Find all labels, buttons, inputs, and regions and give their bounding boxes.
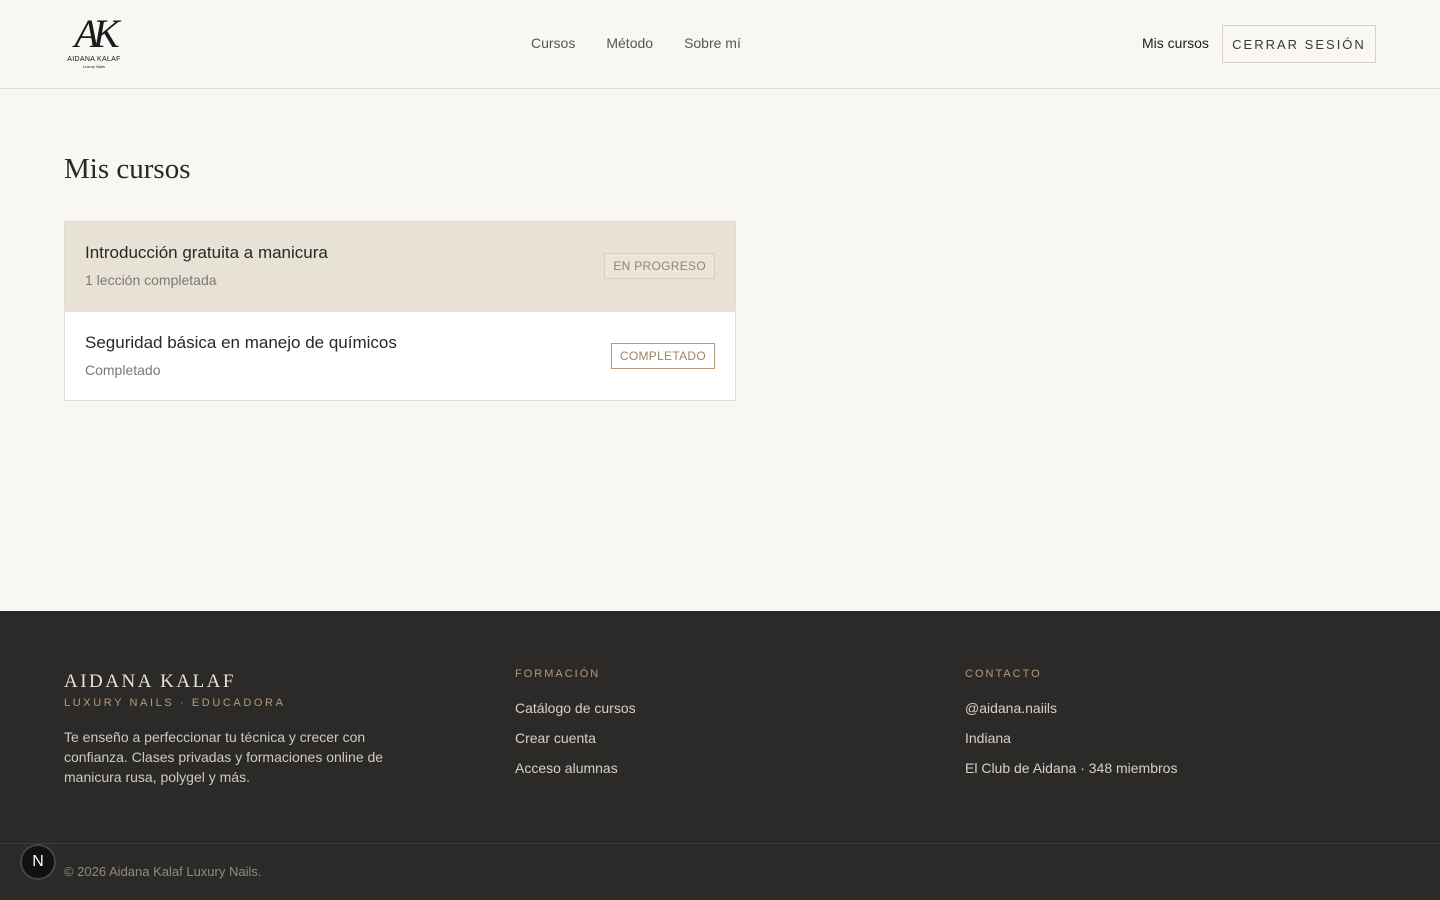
footer-link-catalogo[interactable]: Catálogo de cursos xyxy=(515,698,636,728)
footer-heading: FORMACIÓN xyxy=(515,668,601,680)
status-badge: COMPLETADO xyxy=(610,343,715,369)
footer-divider xyxy=(0,843,1440,844)
logout-button[interactable]: CERRAR SESIÓN xyxy=(1222,25,1376,63)
footer-tagline: LUXURY NAILS · EDUCADORA xyxy=(64,697,286,709)
main-nav: Cursos Método Sobre mí xyxy=(531,35,741,51)
footer-column-contacto: CONTACTO @aidana.naiils Indiana El Club … xyxy=(965,668,1177,788)
footer-brand: AIDANA KALAF xyxy=(64,671,236,692)
copyright: © 2026 Aidana Kalaf Luxury Nails. xyxy=(64,864,262,879)
my-courses-link[interactable]: Mis cursos xyxy=(1142,35,1209,51)
status-badge: EN PROGRESO xyxy=(604,253,715,279)
footer-link-acceso[interactable]: Acceso alumnas xyxy=(515,758,636,788)
site-header: AK AIDANA KALAF Luxury Nails Cursos Méto… xyxy=(0,0,1440,89)
footer-link-instagram[interactable]: @aidana.naiils xyxy=(965,698,1177,728)
nav-link-sobre-mi[interactable]: Sobre mí xyxy=(684,35,741,51)
brand-logo[interactable]: AK AIDANA KALAF Luxury Nails xyxy=(64,14,124,72)
course-list: Introducción gratuita a manicura 1 lecci… xyxy=(64,221,736,401)
footer-link-crear-cuenta[interactable]: Crear cuenta xyxy=(515,728,636,758)
course-card[interactable]: Seguridad básica en manejo de químicos C… xyxy=(65,311,735,400)
logo-sub: Luxury Nails xyxy=(82,64,105,69)
footer-heading: CONTACTO xyxy=(965,668,1042,680)
footer-link-location[interactable]: Indiana xyxy=(965,728,1177,758)
page-title: Mis cursos xyxy=(64,153,191,185)
footer-link-club[interactable]: El Club de Aidana · 348 miembros xyxy=(965,758,1177,788)
logo-mark: AK xyxy=(74,11,119,56)
nav-link-metodo[interactable]: Método xyxy=(606,35,653,51)
footer-description: Te enseño a perfeccionar tu técnica y cr… xyxy=(64,729,384,785)
site-footer: AIDANA KALAF LUXURY NAILS · EDUCADORA Te… xyxy=(0,611,1440,900)
nav-link-cursos[interactable]: Cursos xyxy=(531,35,575,51)
floating-n-badge[interactable]: N xyxy=(20,844,56,880)
footer-column-formacion: FORMACIÓN Catálogo de cursos Crear cuent… xyxy=(515,668,636,788)
course-card[interactable]: Introducción gratuita a manicura 1 lecci… xyxy=(65,222,735,311)
logo-name: AIDANA KALAF xyxy=(67,56,121,63)
